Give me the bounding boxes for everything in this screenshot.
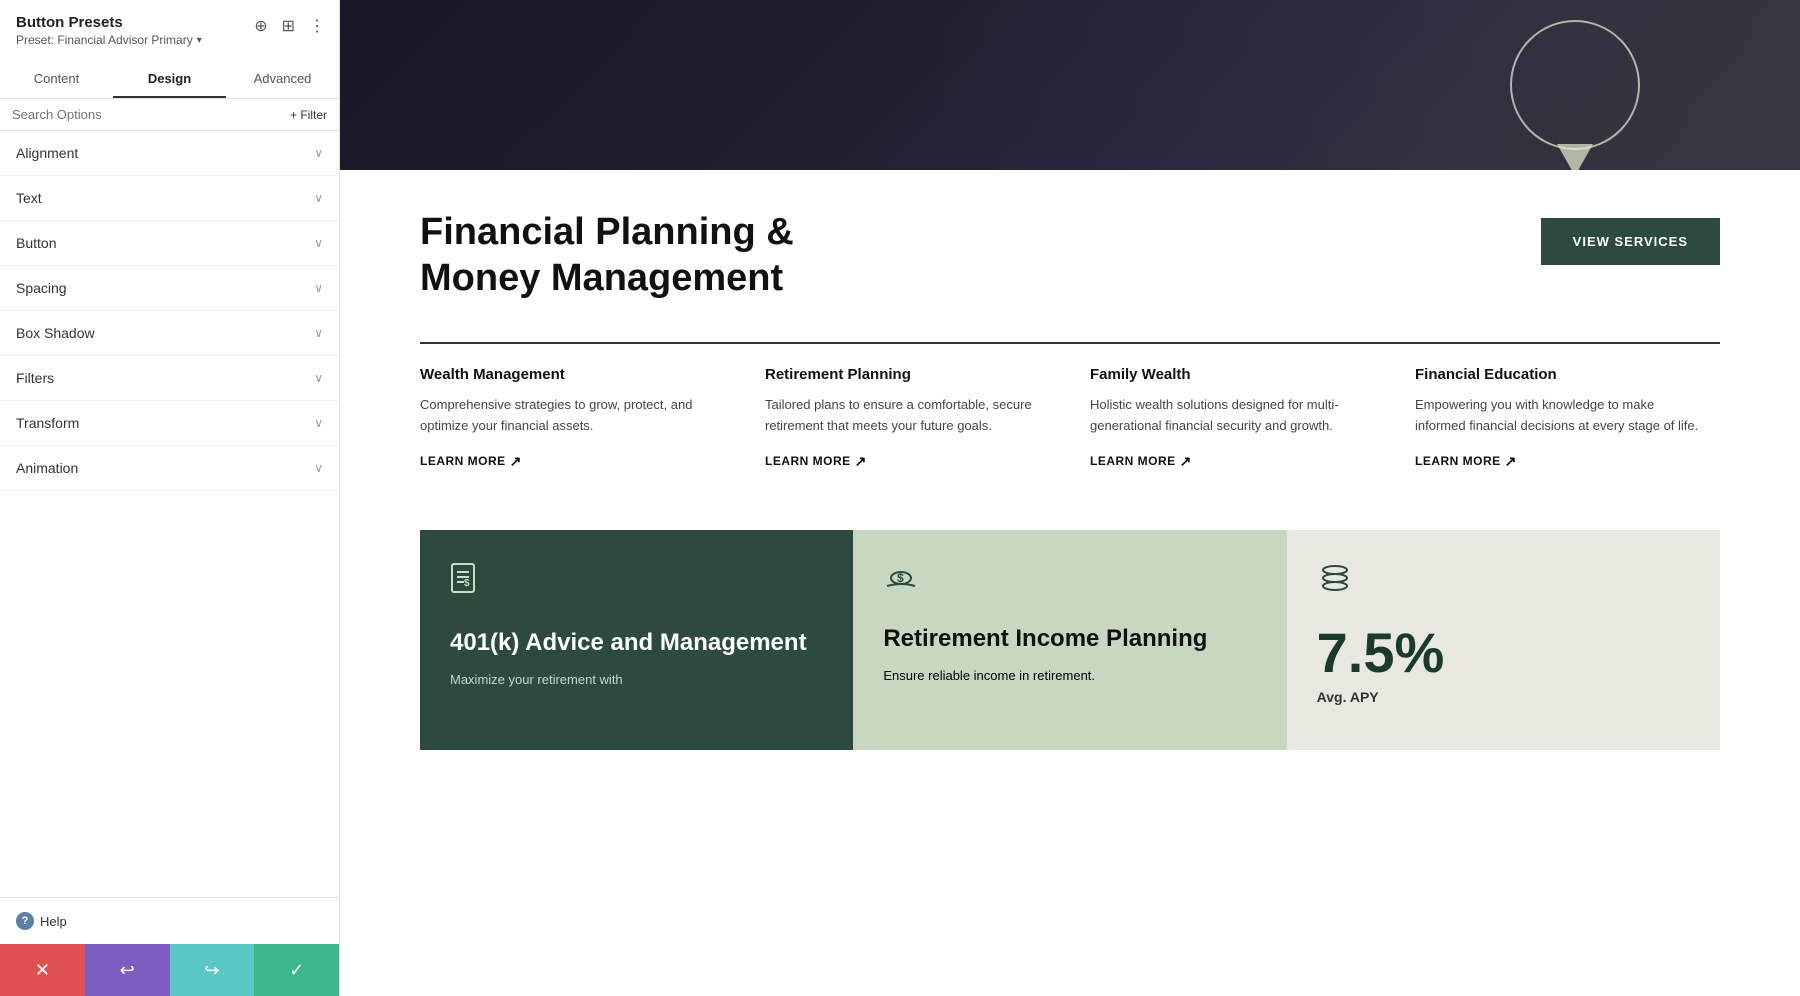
service-card-family: Family Wealth Holistic wealth solutions … — [1070, 342, 1395, 490]
arrow-icon: ↗ — [1505, 453, 1517, 470]
chevron-down-icon: ∨ — [314, 281, 323, 295]
chevron-down-icon: ∨ — [314, 236, 323, 250]
redo-button[interactable]: ↪ — [170, 944, 255, 996]
coins-stack-icon — [1317, 562, 1690, 601]
circle-pointer — [1557, 144, 1593, 170]
preset-arrow-icon: ▾ — [197, 35, 202, 46]
tab-design[interactable]: Design — [113, 61, 226, 98]
panel-tabs: Content Design Advanced — [0, 61, 339, 99]
chevron-down-icon: ∨ — [314, 326, 323, 340]
main-content: Financial Planning & Money Management VI… — [340, 0, 1800, 996]
card-stat-apy: 7.5% — [1317, 625, 1690, 681]
checkmark-icon: ✓ — [289, 960, 304, 981]
service-card-wealth: Wealth Management Comprehensive strategi… — [420, 342, 745, 490]
more-icon[interactable]: ⋮ — [307, 14, 327, 38]
fp-title: Financial Planning & Money Management — [420, 210, 794, 301]
card-desc-retirement-income: Ensure reliable income in retirement. — [883, 666, 1256, 686]
preset-label: Preset: Financial Advisor Primary — [16, 33, 193, 47]
cards-row: $ 401(k) Advice and Management Maximize … — [340, 530, 1800, 770]
service-desc-education: Empowering you with knowledge to make in… — [1415, 395, 1700, 437]
document-dollar-icon: $ — [450, 562, 823, 605]
search-bar: + Filter — [0, 99, 339, 131]
circle-decoration — [1510, 20, 1640, 150]
fp-title-line2: Money Management — [420, 256, 794, 302]
panel-header: Button Presets Preset: Financial Advisor… — [0, 0, 339, 53]
chevron-down-icon: ∨ — [314, 461, 323, 475]
section-filters[interactable]: Filters ∨ — [0, 356, 339, 401]
arrow-icon: ↗ — [1180, 453, 1192, 470]
fp-section: Financial Planning & Money Management VI… — [340, 170, 1800, 341]
arrow-icon: ↗ — [855, 453, 867, 470]
help-label[interactable]: Help — [40, 914, 67, 929]
card-401k: $ 401(k) Advice and Management Maximize … — [420, 530, 853, 750]
hero-keyboard-bg — [924, 0, 1800, 170]
section-text[interactable]: Text ∨ — [0, 176, 339, 221]
services-grid: Wealth Management Comprehensive strategi… — [340, 341, 1800, 530]
card-retirement-income: $ Retirement Income Planning Ensure reli… — [853, 530, 1286, 750]
learn-more-retirement[interactable]: LEARN MORE ↗ — [765, 453, 1050, 470]
panel-footer: ? Help — [0, 897, 339, 944]
service-card-education: Financial Education Empowering you with … — [1395, 342, 1720, 490]
section-box-shadow[interactable]: Box Shadow ∨ — [0, 311, 339, 356]
tab-advanced[interactable]: Advanced — [226, 61, 339, 98]
svg-text:$: $ — [464, 578, 470, 589]
close-button[interactable]: ✕ — [0, 944, 85, 996]
tab-content[interactable]: Content — [0, 61, 113, 98]
confirm-button[interactable]: ✓ — [254, 944, 339, 996]
service-card-retirement: Retirement Planning Tailored plans to en… — [745, 342, 1070, 490]
left-panel: Button Presets Preset: Financial Advisor… — [0, 0, 340, 996]
view-services-button[interactable]: VIEW SERVICES — [1541, 218, 1720, 265]
learn-more-wealth[interactable]: LEARN MORE ↗ — [420, 453, 725, 470]
section-button[interactable]: Button ∨ — [0, 221, 339, 266]
chevron-down-icon: ∨ — [314, 146, 323, 160]
card-apy: 7.5% Avg. APY — [1287, 530, 1720, 750]
filter-button[interactable]: + Filter — [290, 108, 327, 122]
chevron-down-icon: ∨ — [314, 416, 323, 430]
panel-bottom-bar: ✕ ↩ ↪ ✓ — [0, 944, 339, 996]
service-name-education: Financial Education — [1415, 354, 1700, 395]
close-icon: ✕ — [35, 960, 50, 981]
money-hand-icon: $ — [883, 562, 1256, 601]
service-desc-family: Holistic wealth solutions designed for m… — [1090, 395, 1375, 437]
fp-title-line1: Financial Planning & — [420, 210, 794, 256]
service-name-retirement: Retirement Planning — [765, 354, 1050, 395]
undo-button[interactable]: ↩ — [85, 944, 170, 996]
undo-icon: ↩ — [120, 960, 135, 981]
service-name-family: Family Wealth — [1090, 354, 1375, 395]
section-spacing[interactable]: Spacing ∨ — [0, 266, 339, 311]
card-title-retirement-income: Retirement Income Planning — [883, 625, 1256, 654]
service-desc-retirement: Tailored plans to ensure a comfortable, … — [765, 395, 1050, 437]
target-icon[interactable]: ⊕ — [252, 14, 269, 38]
service-desc-wealth: Comprehensive strategies to grow, protec… — [420, 395, 725, 437]
redo-icon: ↪ — [204, 960, 219, 981]
learn-more-education[interactable]: LEARN MORE ↗ — [1415, 453, 1700, 470]
arrow-icon: ↗ — [510, 453, 522, 470]
service-name-wealth: Wealth Management — [420, 354, 725, 395]
section-transform[interactable]: Transform ∨ — [0, 401, 339, 446]
chevron-down-icon: ∨ — [314, 191, 323, 205]
card-stat-label-apy: Avg. APY — [1317, 689, 1690, 705]
section-animation[interactable]: Animation ∨ — [0, 446, 339, 491]
help-icon: ? — [16, 912, 34, 930]
chevron-down-icon: ∨ — [314, 371, 323, 385]
card-desc-401k: Maximize your retirement with — [450, 670, 823, 690]
svg-text:$: $ — [897, 571, 904, 585]
hero-image — [340, 0, 1800, 170]
learn-more-family[interactable]: LEARN MORE ↗ — [1090, 453, 1375, 470]
card-title-401k: 401(k) Advice and Management — [450, 629, 823, 658]
columns-icon[interactable]: ⊞ — [280, 14, 297, 38]
section-alignment[interactable]: Alignment ∨ — [0, 131, 339, 176]
panel-icon-group: ⊕ ⊞ ⋮ — [252, 14, 327, 38]
panel-sections: Alignment ∨ Text ∨ Button ∨ Spacing ∨ Bo… — [0, 131, 339, 897]
search-input[interactable] — [12, 107, 282, 122]
